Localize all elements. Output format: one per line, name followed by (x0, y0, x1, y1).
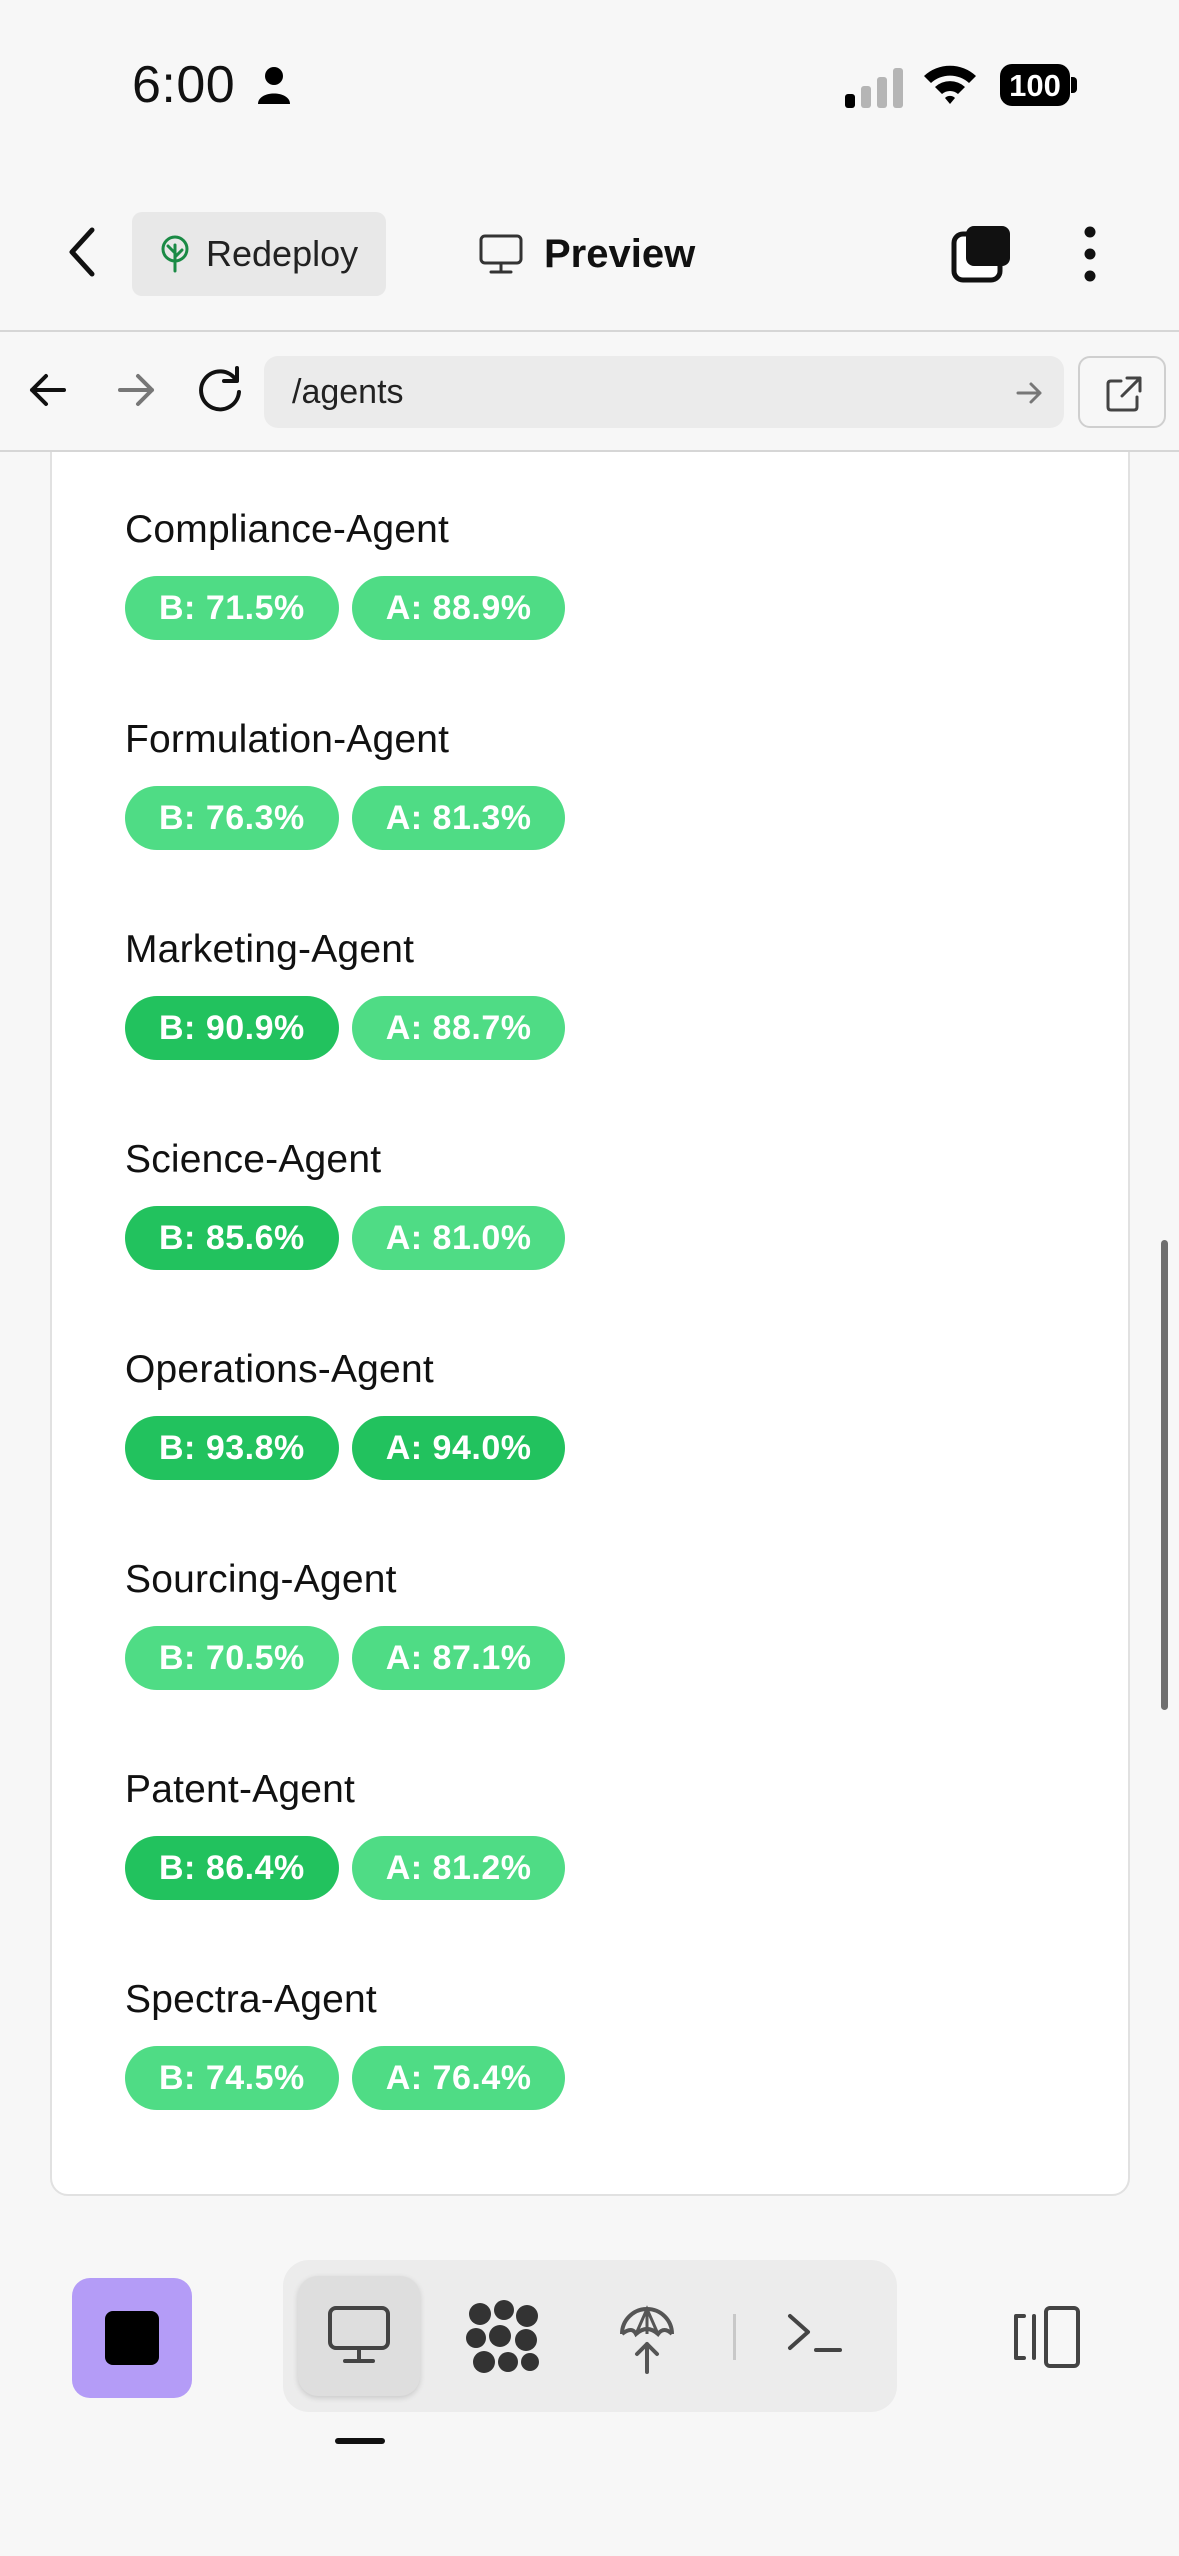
deploy-icon[interactable] (616, 2300, 678, 2376)
preview-button[interactable]: Preview (478, 222, 695, 286)
agent-item: Spectra-Agent B: 74.5% A: 76.4% (125, 1978, 566, 2110)
tabs-icon[interactable] (950, 222, 1014, 286)
arrow-right-icon[interactable] (110, 364, 162, 416)
agent-item: Compliance-Agent B: 71.5% A: 88.9% (125, 508, 566, 640)
agent-name: Formulation-Agent (125, 718, 450, 761)
status-bar: 6:00 100 (0, 0, 1179, 175)
agent-name: Spectra-Agent (125, 1978, 377, 2021)
before-score-badge: B: 70.5% (125, 1626, 339, 1690)
open-external-button[interactable] (1078, 356, 1166, 428)
before-score-badge: B: 86.4% (125, 1836, 339, 1900)
agent-item: Marketing-Agent B: 90.9% A: 88.7% (125, 928, 566, 1060)
before-score-badge: B: 90.9% (125, 996, 339, 1060)
after-score-badge: A: 87.1% (351, 1626, 566, 1690)
divider (733, 2314, 736, 2360)
before-score-badge: B: 85.6% (125, 1206, 339, 1270)
redeploy-button[interactable]: Redeploy (132, 212, 386, 296)
external-link-icon (1106, 376, 1142, 412)
after-score-badge: A: 88.7% (351, 996, 566, 1060)
after-score-badge: A: 81.2% (351, 1836, 566, 1900)
before-score-badge: B: 76.3% (125, 786, 339, 850)
before-score-badge: B: 74.5% (125, 2046, 339, 2110)
active-indicator (335, 2438, 385, 2444)
before-score-badge: B: 71.5% (125, 576, 339, 640)
signal-icon (845, 68, 903, 108)
preview-label: Preview (544, 231, 696, 276)
status-time: 6:00 (132, 56, 236, 114)
desktop-view-button[interactable] (298, 2276, 420, 2396)
reload-icon[interactable] (192, 362, 248, 418)
agent-name: Marketing-Agent (125, 928, 415, 971)
agent-name: Science-Agent (125, 1138, 382, 1181)
url-input[interactable]: /agents (264, 356, 1064, 428)
agent-name: Compliance-Agent (125, 508, 450, 551)
agent-item: Operations-Agent B: 93.8% A: 94.0% (125, 1348, 566, 1480)
web-content[interactable]: Compliance-Agent B: 71.5% A: 88.9% Formu… (0, 452, 1179, 2222)
monitor-icon (328, 2306, 390, 2363)
person-icon (258, 67, 290, 104)
wifi-icon (924, 65, 976, 104)
monitor-icon (479, 234, 523, 274)
agent-item: Patent-Agent B: 86.4% A: 81.2% (125, 1768, 566, 1900)
agent-name: Patent-Agent (125, 1768, 356, 1811)
dots-cluster-icon[interactable] (464, 2300, 544, 2376)
after-score-badge: A: 76.4% (351, 2046, 566, 2110)
battery-icon: 100 (1000, 64, 1077, 106)
scrollbar[interactable] (1161, 1240, 1168, 1710)
agent-item: Science-Agent B: 85.6% A: 81.0% (125, 1138, 566, 1270)
agent-name: Operations-Agent (125, 1348, 434, 1391)
url-text: /agents (292, 373, 404, 411)
terminal-icon[interactable] (782, 2302, 848, 2368)
after-score-badge: A: 94.0% (351, 1416, 566, 1480)
arrow-go-icon[interactable] (1014, 378, 1044, 408)
redeploy-label: Redeploy (206, 233, 359, 274)
stop-button[interactable] (72, 2278, 192, 2398)
layout-panel-icon[interactable] (1010, 2304, 1084, 2370)
arrow-left-icon[interactable] (22, 364, 74, 416)
after-score-badge: A: 88.9% (351, 576, 566, 640)
after-score-badge: A: 81.0% (351, 1206, 566, 1270)
chevron-left-icon[interactable] (58, 222, 110, 282)
more-vertical-icon[interactable] (1070, 222, 1110, 286)
tree-icon (161, 235, 189, 273)
agent-name: Sourcing-Agent (125, 1558, 397, 1601)
stop-icon (105, 2311, 159, 2365)
agent-item: Sourcing-Agent B: 70.5% A: 87.1% (125, 1558, 566, 1690)
agent-item: Formulation-Agent B: 76.3% A: 81.3% (125, 718, 566, 850)
after-score-badge: A: 81.3% (351, 786, 566, 850)
battery-level: 100 (1009, 68, 1061, 103)
before-score-badge: B: 93.8% (125, 1416, 339, 1480)
agents-card: Compliance-Agent B: 71.5% A: 88.9% Formu… (50, 452, 1130, 2196)
